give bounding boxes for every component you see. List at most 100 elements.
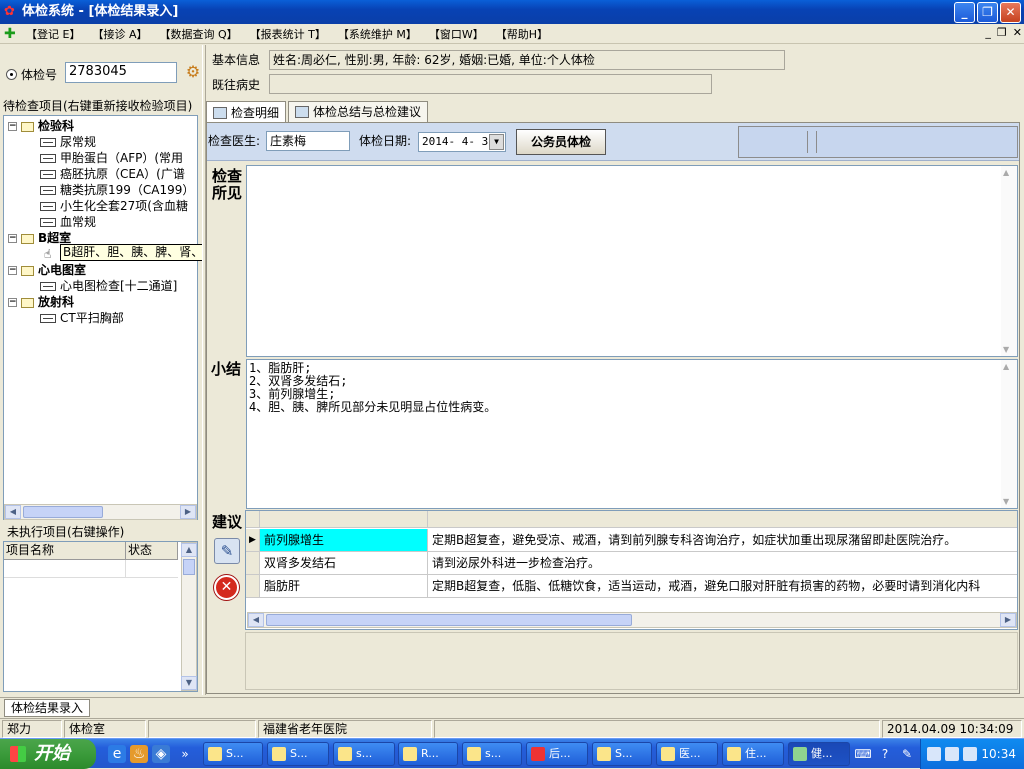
advice-text[interactable]: 请到泌尿外科进一步检查治疗。 [428, 552, 1017, 574]
help-icon[interactable]: ? [876, 745, 894, 763]
taskbar-button[interactable]: S... [592, 742, 652, 766]
menu-report[interactable]: 【报表统计 T】 [250, 26, 326, 42]
exam-no-radio[interactable]: 体检号 [6, 66, 57, 83]
scroll-down-icon[interactable]: ▼ [1003, 345, 1009, 354]
scroll-down-icon[interactable]: ▼ [1003, 497, 1009, 506]
scroll-thumb[interactable] [23, 506, 103, 518]
collapse-icon[interactable]: − [8, 266, 17, 275]
collapse-icon[interactable]: − [8, 122, 17, 131]
advice-grid[interactable]: ▶ 前列腺增生 定期B超复查，避免受凉、戒酒，请到前列腺专科咨询治疗，如症状加重… [245, 510, 1018, 630]
menu-query[interactable]: 【数据查询 Q】 [159, 26, 237, 42]
tree-node-radiology[interactable]: − 放射科 [8, 294, 74, 310]
clock[interactable]: 10:34 [981, 739, 1016, 769]
network-icon[interactable] [963, 747, 977, 761]
scroll-up-icon[interactable]: ▲ [1003, 168, 1009, 177]
advice-text[interactable]: 定期B超复查，低脂、低糖饮食，适当运动，戒酒，避免口服对肝脏有损害的药物，必要时… [428, 575, 1017, 597]
col-header-advice[interactable] [428, 511, 1017, 527]
scroll-right-icon[interactable]: ▶ [1000, 613, 1016, 627]
close-button[interactable]: ✕ [1000, 2, 1021, 23]
menu-maintenance[interactable]: 【系统维护 M】 [338, 26, 417, 42]
quicklaunch-icon[interactable]: ♨ [130, 745, 148, 763]
taskbar-button[interactable]: S... [267, 742, 329, 766]
scroll-down-icon[interactable]: ▼ [181, 676, 197, 690]
menu-register[interactable]: 【登记 E】 [26, 26, 80, 42]
tray-expand-icon[interactable] [927, 747, 941, 761]
restore-button[interactable]: ❐ [977, 2, 998, 23]
doctor-input[interactable]: 庄素梅 [266, 131, 350, 151]
history-field[interactable] [269, 74, 712, 94]
exam-date-picker[interactable]: 2014- 4- 3 ▼ [418, 132, 506, 152]
taskbar-button[interactable]: s... [462, 742, 522, 766]
scroll-thumb[interactable] [183, 559, 195, 575]
tree-item[interactable]: 小生化全套27项(含血糖 [40, 198, 188, 214]
mdi-close-button[interactable]: ✕ [1013, 26, 1022, 39]
taskbar-button[interactable]: s... [333, 742, 395, 766]
scroll-left-icon[interactable]: ◀ [5, 505, 21, 519]
advice-row[interactable]: 双肾多发结石 请到泌尿外科进一步检查治疗。 [246, 552, 1017, 575]
unexecuted-grid[interactable]: 项目名称 状态 ▲ ▼ [3, 541, 198, 692]
tab-summary[interactable]: 体检总结与总检建议 [288, 101, 429, 122]
start-button[interactable]: 开始 [0, 739, 96, 769]
tab-exam-entry[interactable]: 体检结果录入 [4, 699, 91, 717]
scroll-left-icon[interactable]: ◀ [248, 613, 264, 627]
advice-name[interactable]: 脂肪肝 [260, 575, 428, 597]
tree-item[interactable]: CT平扫胸部 [40, 310, 124, 326]
taskbar-button[interactable]: 住... [722, 742, 784, 766]
chevron-down-icon[interactable]: ▼ [489, 134, 504, 150]
tree-node-ecg[interactable]: − 心电图室 [8, 262, 86, 278]
advice-name[interactable]: 前列腺增生 [260, 529, 428, 551]
window-titlebar[interactable]: ✿ 体检系统 - [体检结果录入] _ ❐ ✕ [0, 0, 1024, 24]
search-icon[interactable]: ⚙ [183, 62, 203, 82]
tree-item[interactable]: 甲胎蛋白（AFP）(常用 [40, 150, 183, 166]
tree-item[interactable]: 血常规 [40, 214, 96, 230]
scroll-thumb[interactable] [266, 614, 632, 626]
taskbar-button[interactable]: 后... [526, 742, 588, 766]
menu-help[interactable]: 【帮助H】 [496, 26, 548, 42]
mdi-minimize-button[interactable]: _ [985, 26, 991, 39]
pen-icon[interactable]: ✎ [898, 745, 916, 763]
advice-hscrollbar[interactable]: ◀ ▶ [247, 612, 1017, 628]
mdi-restore-button[interactable]: ❐ [997, 26, 1007, 39]
col-name-header[interactable]: 项目名称 [4, 542, 126, 559]
taskbar-button[interactable]: S... [203, 742, 263, 766]
taskbar-button-active[interactable]: 健... [788, 742, 850, 766]
findings-vscrollbar[interactable]: ▲ ▼ [1001, 166, 1017, 356]
radio-dot[interactable] [6, 69, 17, 80]
col-status-header[interactable]: 状态 [126, 542, 178, 559]
delete-advice-icon[interactable]: ✕ [214, 575, 239, 600]
grid-vscrollbar[interactable]: ▲ ▼ [181, 542, 197, 691]
collapse-icon[interactable]: − [8, 234, 17, 243]
minimize-button[interactable]: _ [954, 2, 975, 23]
advice-row[interactable]: 脂肪肝 定期B超复查，低脂、低糖饮食，适当运动，戒酒，避免口服对肝脏有损害的药物… [246, 575, 1017, 598]
advice-row[interactable]: ▶ 前列腺增生 定期B超复查，避免受凉、戒酒，请到前列腺专科咨询治疗，如症状加重… [246, 529, 1017, 552]
tree-item[interactable]: 心电图检查[十二通道] [40, 278, 177, 294]
col-header-name[interactable] [260, 511, 428, 527]
exam-no-input[interactable]: 2783045 [65, 62, 177, 83]
tree-item[interactable]: 尿常规 [40, 134, 96, 150]
tree-item[interactable]: ☝ [44, 246, 51, 262]
tree-node-lab[interactable]: − 检验科 [8, 118, 74, 134]
scroll-up-icon[interactable]: ▲ [1003, 362, 1009, 371]
quicklaunch-icon[interactable]: ◈ [152, 745, 170, 763]
tree-item[interactable]: 糖类抗原199（CA199） [40, 182, 194, 198]
menu-reception[interactable]: 【接诊 A】 [92, 26, 147, 42]
findings-textarea[interactable]: ▲ ▼ [246, 165, 1018, 357]
scroll-up-icon[interactable]: ▲ [181, 543, 197, 557]
chevron-right-icon[interactable]: » [176, 745, 194, 763]
tree-hscrollbar[interactable]: ◀ ▶ [4, 504, 197, 520]
tab-exam-detail[interactable]: 检查明细 [206, 101, 287, 123]
advice-text[interactable]: 定期B超复查，避免受凉、戒酒，请到前列腺专科咨询治疗，如症状加重出现尿潴留即赴医… [428, 529, 1017, 551]
advice-name[interactable]: 双肾多发结石 [260, 552, 428, 574]
tree-item[interactable]: 癌胚抗原（CEA）(广谱 [40, 166, 185, 182]
pending-tree[interactable]: − 检验科 尿常规 甲胎蛋白（AFP）(常用 癌胚抗原（CEA）(广谱 糖类抗原1… [3, 115, 198, 520]
collapse-icon[interactable]: − [8, 298, 17, 307]
taskbar-button[interactable]: R... [398, 742, 458, 766]
menu-window[interactable]: 【窗口W】 [429, 26, 484, 42]
summary-vscrollbar[interactable]: ▲ ▼ [1001, 360, 1017, 508]
ie-icon[interactable]: e [108, 745, 126, 763]
add-advice-icon[interactable]: ✎ [214, 538, 240, 564]
scroll-right-icon[interactable]: ▶ [180, 505, 196, 519]
taskbar-button[interactable]: 医... [656, 742, 718, 766]
network-icon[interactable] [945, 747, 959, 761]
civil-servant-exam-button[interactable]: 公务员体检 [516, 129, 606, 155]
